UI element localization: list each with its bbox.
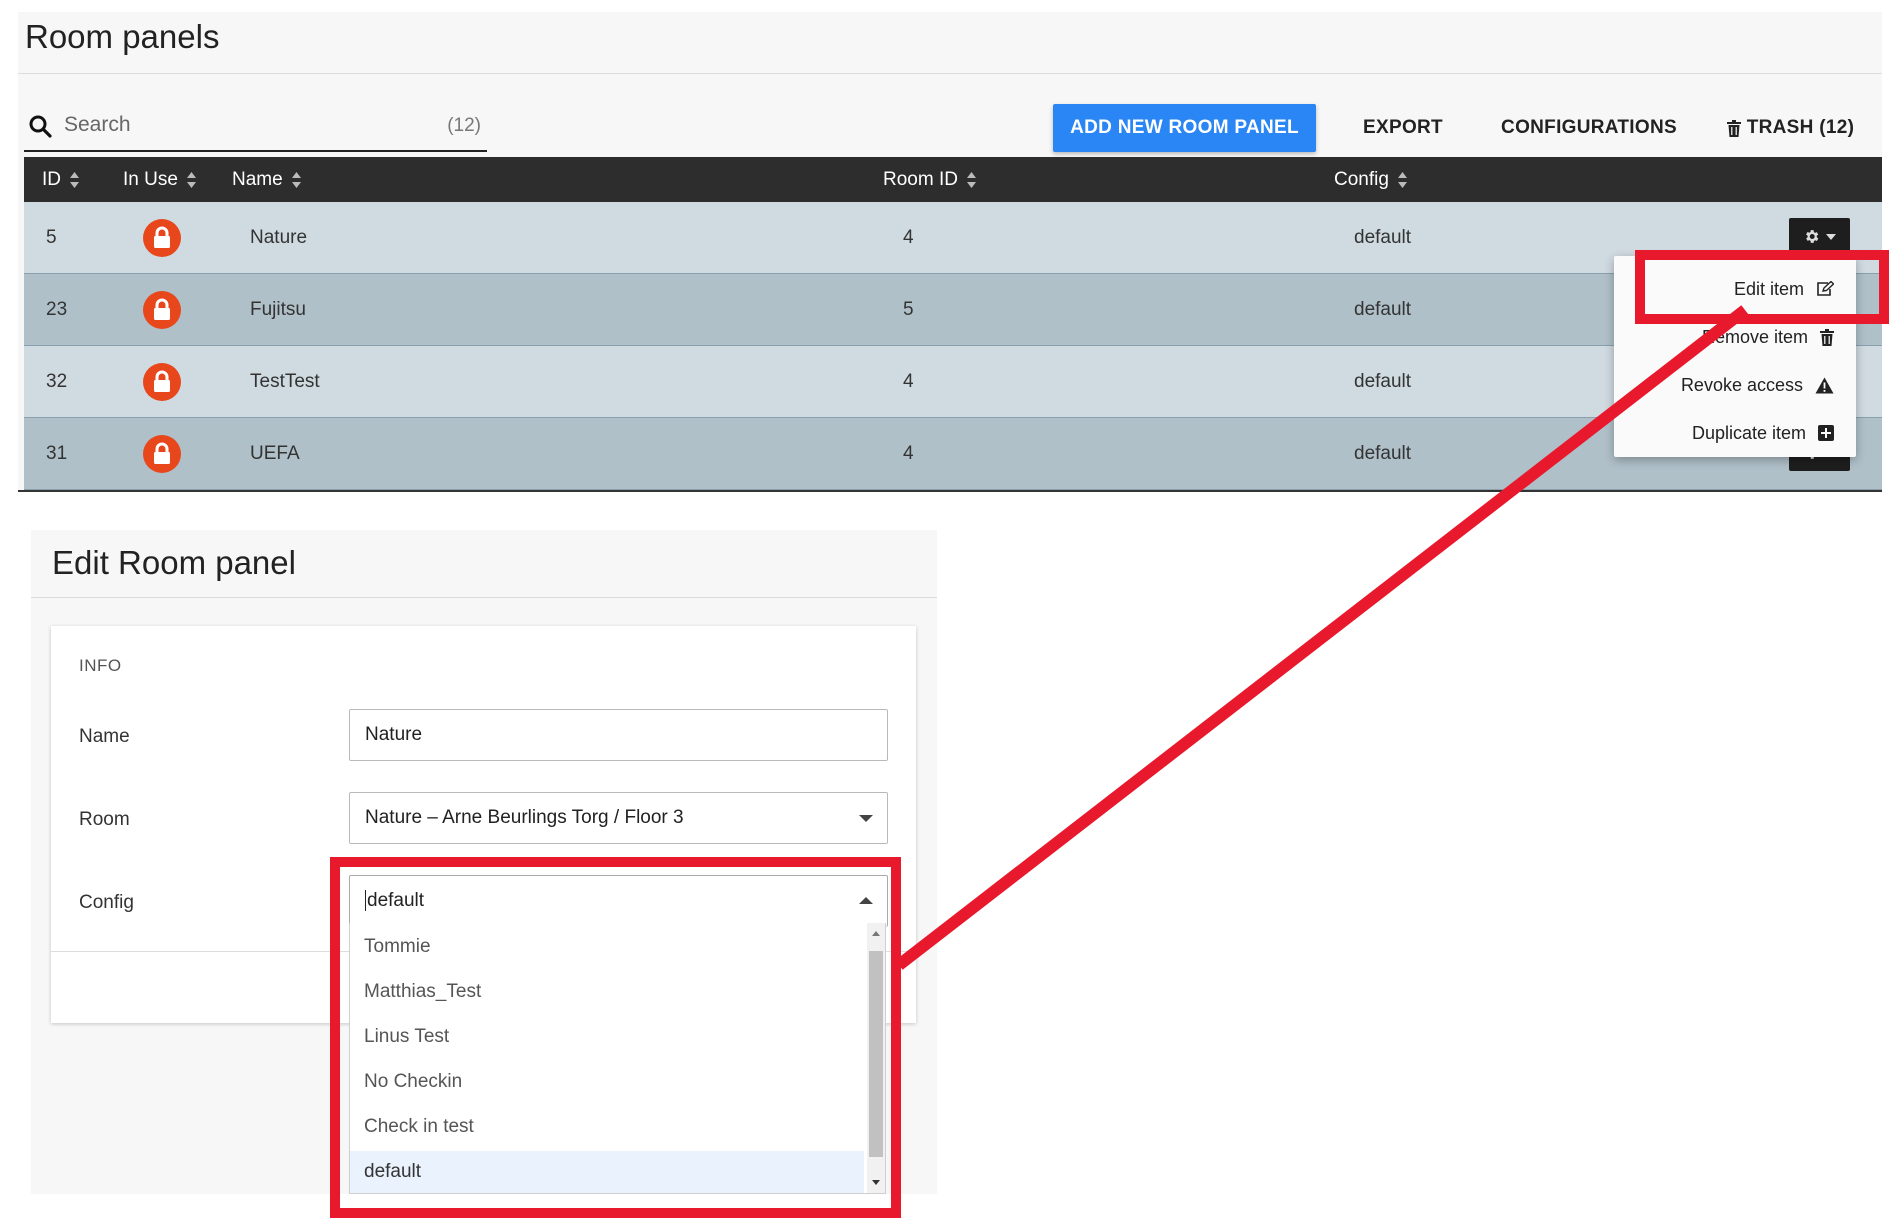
cell-id: 32 bbox=[46, 371, 68, 392]
name-input[interactable] bbox=[349, 709, 888, 761]
lock-icon bbox=[143, 435, 181, 473]
cell-id: 31 bbox=[46, 443, 68, 464]
room-panels-panel: Room panels (12) ADD NEW ROOM PANEL EXPO… bbox=[18, 12, 1882, 492]
column-header-label: Config bbox=[1334, 169, 1389, 190]
cell-name: UEFA bbox=[250, 443, 300, 464]
table-row[interactable]: 23 Fujitsu 5 default bbox=[24, 274, 1882, 346]
sort-icon bbox=[1397, 171, 1407, 188]
plus-square-icon bbox=[1818, 425, 1834, 441]
cell-name: TestTest bbox=[250, 371, 320, 392]
table-header: ID In Use Name Room ID Config bbox=[24, 157, 1882, 202]
lock-icon bbox=[143, 291, 181, 329]
trash-label: TRASH (12) bbox=[1746, 117, 1855, 138]
sort-icon bbox=[186, 171, 196, 188]
menu-item-remove[interactable]: Remove item bbox=[1702, 322, 1834, 352]
sort-icon bbox=[70, 171, 79, 188]
name-label: Name bbox=[79, 726, 130, 747]
cell-id: 23 bbox=[46, 299, 68, 320]
cell-room-id: 4 bbox=[903, 443, 914, 464]
chevron-down-icon bbox=[1826, 233, 1836, 240]
annotation-highlight-config-list bbox=[330, 857, 901, 1218]
table-row[interactable]: 31 UEFA 4 default bbox=[24, 418, 1882, 490]
cell-config: default bbox=[1354, 227, 1412, 248]
edit-divider bbox=[31, 597, 937, 598]
cell-name: Nature bbox=[250, 227, 308, 248]
export-button[interactable]: EXPORT bbox=[1338, 106, 1468, 150]
page-title: Room panels bbox=[25, 18, 220, 55]
trash-button[interactable]: TRASH (12) bbox=[1713, 106, 1868, 150]
lock-icon bbox=[143, 219, 181, 257]
add-new-room-panel-button[interactable]: ADD NEW ROOM PANEL bbox=[1053, 104, 1316, 152]
column-header-id[interactable]: ID bbox=[42, 157, 80, 202]
cell-config: default bbox=[1354, 371, 1412, 392]
cell-id: 5 bbox=[46, 227, 57, 248]
section-label: INFO bbox=[79, 656, 122, 675]
table-row[interactable]: 32 TestTest 4 default bbox=[24, 346, 1882, 418]
cell-name: Fujitsu bbox=[250, 299, 306, 320]
menu-item-revoke-access[interactable]: Revoke access bbox=[1681, 370, 1834, 400]
column-header-room-id[interactable]: Room ID bbox=[883, 157, 977, 202]
trash-icon bbox=[1726, 119, 1741, 137]
chevron-down-icon bbox=[859, 815, 873, 822]
column-header-in-use[interactable]: In Use bbox=[123, 157, 197, 202]
room-panels-table: ID In Use Name Room ID Config 5 Nature 4… bbox=[24, 157, 1882, 490]
annotation-highlight-edit-item bbox=[1635, 250, 1889, 324]
gear-icon bbox=[1806, 230, 1819, 243]
column-header-name[interactable]: Name bbox=[232, 157, 302, 202]
lock-icon bbox=[143, 363, 181, 401]
table-row[interactable]: 5 Nature 4 default bbox=[24, 202, 1882, 274]
column-header-label: Room ID bbox=[883, 169, 958, 190]
menu-item-label: Revoke access bbox=[1680, 375, 1803, 395]
trash-icon bbox=[1820, 328, 1834, 346]
column-header-config[interactable]: Config bbox=[1334, 157, 1408, 202]
column-header-label: ID bbox=[42, 169, 61, 190]
menu-item-duplicate[interactable]: Duplicate item bbox=[1692, 418, 1834, 448]
config-label: Config bbox=[79, 892, 134, 913]
cell-config: default bbox=[1354, 299, 1412, 320]
table-bottom-border bbox=[18, 490, 1882, 492]
cell-room-id: 4 bbox=[903, 227, 914, 248]
room-label: Room bbox=[79, 809, 130, 830]
toolbar: ADD NEW ROOM PANEL EXPORT CONFIGURATIONS… bbox=[18, 92, 1882, 152]
sort-icon bbox=[291, 171, 301, 188]
column-header-label: Name bbox=[232, 169, 283, 190]
room-select-value: Nature – Arne Beurlings Torg / Floor 3 bbox=[365, 807, 684, 828]
warning-icon bbox=[1815, 377, 1834, 393]
column-header-label: In Use bbox=[123, 169, 178, 190]
cell-room-id: 4 bbox=[903, 371, 914, 392]
sort-icon bbox=[966, 171, 976, 188]
menu-item-label: Duplicate item bbox=[1691, 423, 1806, 443]
title-divider bbox=[18, 73, 1882, 74]
cell-config: default bbox=[1354, 443, 1412, 464]
room-select[interactable]: Nature – Arne Beurlings Torg / Floor 3 bbox=[349, 792, 888, 844]
configurations-button[interactable]: CONFIGURATIONS bbox=[1490, 106, 1688, 150]
menu-item-label: Remove item bbox=[1701, 327, 1808, 347]
cell-room-id: 5 bbox=[903, 299, 914, 320]
edit-title: Edit Room panel bbox=[52, 544, 296, 581]
